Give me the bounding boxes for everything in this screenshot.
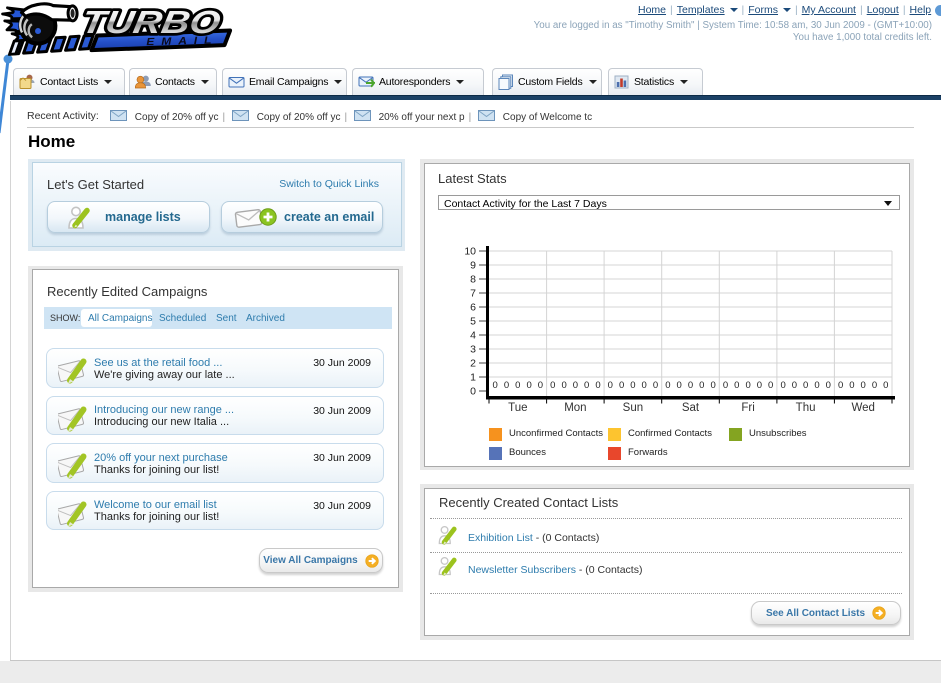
svg-text:0: 0 [688, 380, 693, 391]
svg-text:0: 0 [584, 380, 589, 391]
svg-text:10: 10 [464, 246, 476, 258]
svg-text:0: 0 [838, 380, 843, 391]
svg-text:0: 0 [470, 386, 476, 398]
svg-text:0: 0 [780, 380, 785, 391]
svg-text:0: 0 [710, 380, 715, 391]
svg-text:4: 4 [470, 330, 476, 342]
svg-text:Mon: Mon [564, 402, 586, 414]
svg-text:0: 0 [630, 380, 635, 391]
svg-text:0: 0 [677, 380, 682, 391]
svg-text:0: 0 [561, 380, 566, 391]
svg-text:8: 8 [470, 274, 476, 286]
svg-text:3: 3 [470, 344, 476, 356]
svg-text:0: 0 [550, 380, 555, 391]
svg-text:0: 0 [803, 380, 808, 391]
svg-text:0: 0 [573, 380, 578, 391]
svg-text:Sun: Sun [623, 402, 643, 414]
svg-text:7: 7 [470, 288, 476, 300]
svg-text:0: 0 [849, 380, 854, 391]
svg-text:0: 0 [814, 380, 819, 391]
svg-text:Sat: Sat [682, 402, 700, 414]
svg-text:9: 9 [470, 260, 476, 272]
svg-text:0: 0 [768, 380, 773, 391]
svg-text:Fri: Fri [741, 402, 754, 414]
svg-text:Tue: Tue [508, 402, 527, 414]
svg-text:0: 0 [792, 380, 797, 391]
svg-text:0: 0 [642, 380, 647, 391]
svg-text:1: 1 [470, 372, 476, 384]
svg-text:6: 6 [470, 302, 476, 314]
svg-text:TURBO: TURBO [79, 4, 223, 40]
svg-text:0: 0 [745, 380, 750, 391]
svg-text:0: 0 [699, 380, 704, 391]
svg-text:Wed: Wed [851, 402, 874, 414]
svg-text:0: 0 [883, 380, 888, 391]
svg-text:0: 0 [538, 380, 543, 391]
svg-text:0: 0 [653, 380, 658, 391]
svg-text:0: 0 [493, 380, 498, 391]
svg-text:0: 0 [861, 380, 866, 391]
svg-text:0: 0 [872, 380, 877, 391]
svg-text:0: 0 [734, 380, 739, 391]
svg-text:0: 0 [595, 380, 600, 391]
svg-text:0: 0 [504, 380, 509, 391]
svg-text:0: 0 [826, 380, 831, 391]
svg-text:0: 0 [515, 380, 520, 391]
svg-text:5: 5 [470, 316, 476, 328]
svg-text:0: 0 [723, 380, 728, 391]
svg-text:0: 0 [526, 380, 531, 391]
svg-text:2: 2 [470, 358, 476, 370]
svg-text:0: 0 [665, 380, 670, 391]
svg-text:0: 0 [619, 380, 624, 391]
svg-text:0: 0 [757, 380, 762, 391]
svg-text:Thu: Thu [796, 402, 816, 414]
svg-text:0: 0 [608, 380, 613, 391]
